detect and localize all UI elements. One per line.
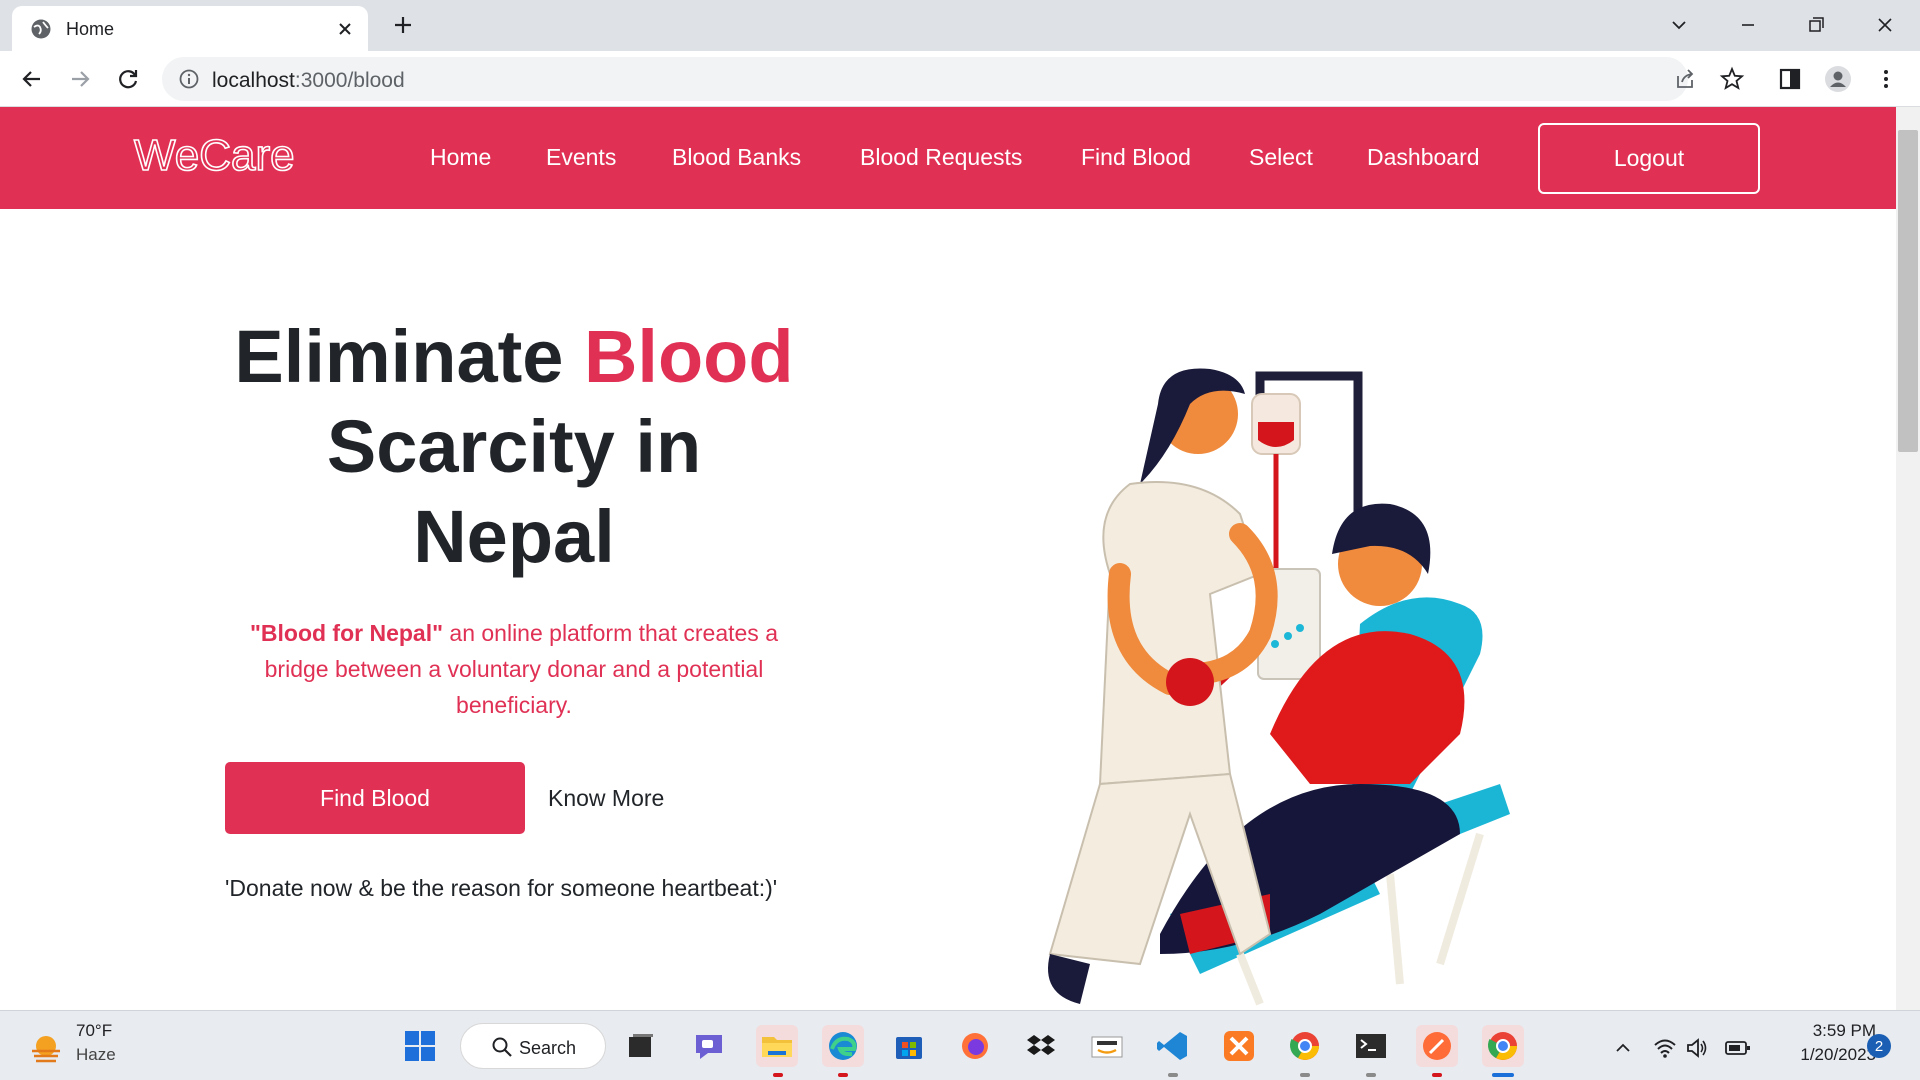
task-view-icon[interactable] — [620, 1025, 662, 1067]
active-indicator — [1492, 1073, 1514, 1077]
weather-condition: Haze — [76, 1045, 116, 1064]
teams-chat-icon[interactable] — [688, 1025, 730, 1067]
windows-icon[interactable] — [400, 1026, 440, 1066]
nav-link-dashboard[interactable]: Dashboard — [1367, 144, 1480, 171]
chevron-down-icon[interactable] — [1664, 10, 1694, 40]
nav-link-blood-banks[interactable]: Blood Banks — [672, 144, 801, 171]
more-icon[interactable] — [1872, 65, 1900, 93]
back-icon[interactable] — [18, 65, 46, 93]
terminal-icon[interactable] — [1350, 1025, 1392, 1067]
volume-icon[interactable] — [1684, 1035, 1710, 1061]
clock-date: 1/20/2023 — [1800, 1045, 1876, 1064]
running-indicator — [1366, 1073, 1376, 1077]
windows-taskbar: Search — [0, 1010, 1920, 1080]
tab-title: Home — [66, 19, 115, 39]
plus-icon[interactable] — [390, 12, 416, 38]
file-explorer-icon[interactable] — [756, 1025, 798, 1067]
wifi-icon[interactable] — [1652, 1035, 1678, 1061]
headline-part-2: Scarcity in — [326, 405, 702, 488]
dropbox-icon[interactable] — [1020, 1025, 1062, 1067]
globe-icon — [31, 19, 51, 39]
edge-browser-icon[interactable] — [822, 1025, 864, 1067]
hero-headline: Eliminate Blood Scarcity in Nepal — [180, 312, 848, 582]
scrollbar-thumb[interactable] — [1898, 130, 1918, 452]
blood-donation-illustration — [1048, 368, 1510, 1006]
nav-link-events[interactable]: Events — [546, 144, 616, 171]
minimize-icon[interactable] — [1733, 10, 1763, 40]
nav-link-home[interactable]: Home — [430, 144, 491, 171]
description-highlight: "Blood for Nepal" — [249, 620, 444, 646]
vscode-icon[interactable] — [1152, 1025, 1194, 1067]
browser-tab-strip: Home — [0, 0, 1920, 51]
taskbar-search-label: Search — [519, 1038, 577, 1058]
headline-part-3: Nepal — [413, 495, 615, 578]
star-icon[interactable] — [1718, 65, 1746, 93]
battery-icon[interactable] — [1724, 1037, 1752, 1059]
sidepanel-icon[interactable] — [1776, 65, 1804, 93]
close-icon[interactable] — [334, 18, 356, 40]
headline-highlight: Blood — [583, 315, 794, 398]
url-text: localhost:3000/blood — [212, 69, 405, 93]
site-logo[interactable]: WeCare — [133, 130, 295, 181]
site-navbar: WeCare Home Events Blood Banks Blood Req… — [0, 107, 1896, 209]
donate-quote: 'Donate now & be the reason for someone … — [225, 875, 778, 901]
logout-button[interactable]: Logout — [1538, 123, 1760, 194]
hero-description: "Blood for Nepal" an online platform tha… — [220, 615, 808, 723]
web-page: WeCare Home Events Blood Banks Blood Req… — [0, 107, 1896, 1010]
running-indicator — [1432, 1073, 1442, 1077]
xampp-icon[interactable] — [1218, 1025, 1260, 1067]
chrome-active-icon[interactable] — [1482, 1025, 1524, 1067]
profile-icon[interactable] — [1824, 65, 1852, 93]
chevron-up-icon[interactable] — [1612, 1037, 1634, 1059]
weather-temperature: 70°F — [76, 1021, 113, 1040]
close-window-icon[interactable] — [1870, 10, 1900, 40]
browser-tab-home[interactable]: Home — [12, 6, 368, 51]
info-icon[interactable] — [178, 68, 200, 90]
url-path: :3000/blood — [294, 69, 405, 92]
browser-toolbar: localhost:3000/blood — [0, 51, 1920, 107]
forward-icon[interactable] — [66, 65, 94, 93]
amazon-icon[interactable] — [1086, 1025, 1128, 1067]
firefox-icon[interactable] — [954, 1025, 996, 1067]
search-icon — [492, 1037, 512, 1057]
url-host: localhost — [212, 69, 295, 92]
headline-part-1: Eliminate — [234, 315, 584, 398]
restore-icon[interactable] — [1801, 10, 1831, 40]
running-indicator — [838, 1073, 848, 1077]
weather-haze-icon[interactable] — [28, 1031, 64, 1067]
chrome-icon[interactable] — [1284, 1025, 1326, 1067]
postman-icon[interactable] — [1416, 1025, 1458, 1067]
nav-link-find-blood[interactable]: Find Blood — [1081, 144, 1191, 171]
share-icon[interactable] — [1670, 65, 1698, 93]
taskbar-search[interactable]: Search — [460, 1023, 606, 1069]
nav-link-select[interactable]: Select — [1249, 144, 1313, 171]
running-indicator — [1300, 1073, 1310, 1077]
running-indicator — [773, 1073, 783, 1077]
nav-link-blood-requests[interactable]: Blood Requests — [860, 144, 1022, 171]
know-more-link[interactable]: Know More — [548, 785, 664, 812]
notification-badge[interactable]: 2 — [1867, 1034, 1891, 1058]
reload-icon[interactable] — [114, 65, 142, 93]
find-blood-button[interactable]: Find Blood — [225, 762, 525, 834]
microsoft-store-icon[interactable] — [888, 1025, 930, 1067]
running-indicator — [1168, 1073, 1178, 1077]
address-bar[interactable]: localhost:3000/blood — [162, 57, 1745, 101]
clock-time: 3:59 PM — [1812, 1021, 1876, 1040]
